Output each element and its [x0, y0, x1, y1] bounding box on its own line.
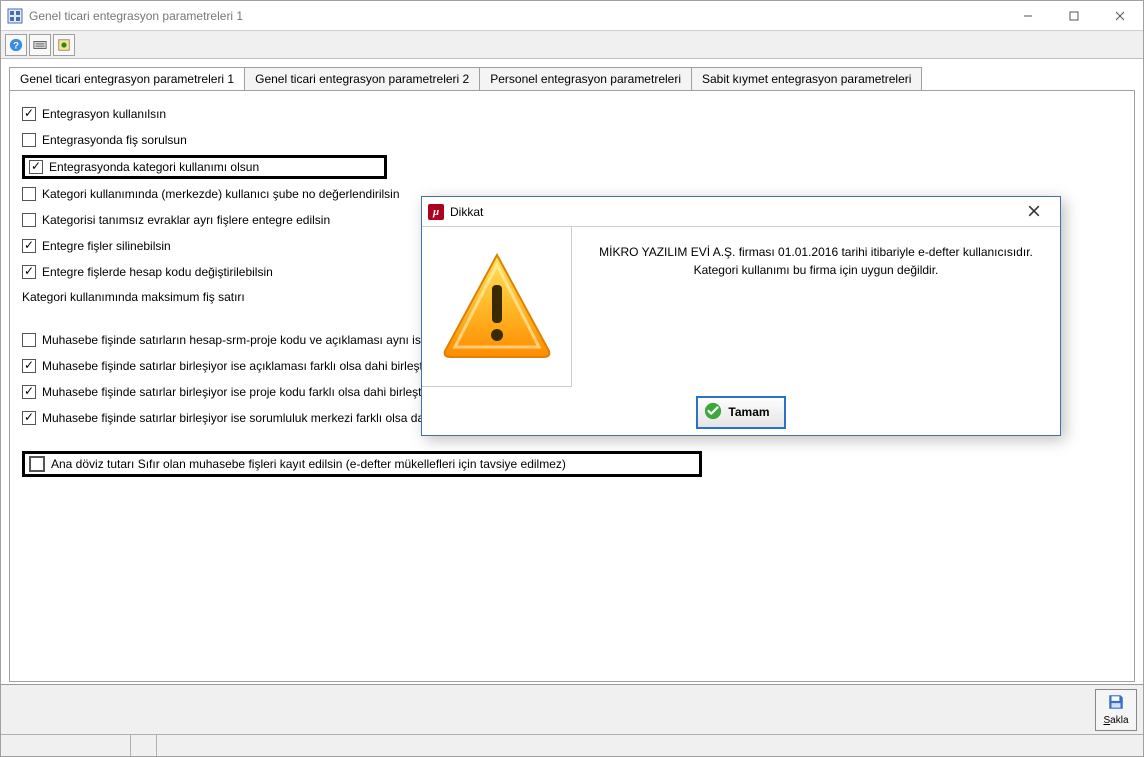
checkbox-merge-same[interactable] [22, 333, 36, 347]
option-label: Entegrasyonda kategori kullanımı olsun [49, 160, 259, 174]
option-label: Kategorisi tanımsız evraklar ayrı fişler… [42, 213, 330, 227]
dialog-titlebar: µ Dikkat [422, 197, 1060, 227]
status-cell [1, 735, 131, 756]
toolbar-settings-button[interactable] [53, 34, 75, 56]
checkbox-use-integration[interactable] [22, 107, 36, 121]
option-label: Entegre fişlerde hesap kodu değiştirileb… [42, 265, 273, 279]
minimize-button[interactable] [1005, 1, 1051, 30]
checkbox-account-code-editable[interactable] [22, 265, 36, 279]
checkbox-deletable[interactable] [22, 239, 36, 253]
statusbar [1, 734, 1143, 756]
tab-general-1[interactable]: Genel ticari entegrasyon parametreleri 1 [9, 67, 245, 90]
option-label: Entegrasyonda fiş sorulsun [42, 133, 187, 147]
dialog-body: MİKRO YAZILIM EVİ A.Ş. firması 01.01.201… [422, 227, 1060, 387]
maximize-button[interactable] [1051, 1, 1097, 30]
close-button[interactable] [1097, 1, 1143, 30]
option-label: Muhasebe fişinde satırlar birleşiyor ise… [42, 411, 476, 425]
option-label: Entegrasyon kullanılsın [42, 107, 166, 121]
checkbox-ask-voucher[interactable] [22, 133, 36, 147]
ok-icon [704, 402, 722, 423]
option-label: Kategori kullanımında (merkezde) kullanı… [42, 187, 400, 201]
warning-dialog: µ Dikkat MİKRO YAZILIM [421, 196, 1061, 436]
window-title: Genel ticari entegrasyon parametreleri 1 [29, 9, 243, 23]
tab-personnel[interactable]: Personel entegrasyon parametreleri [479, 67, 692, 90]
status-cell [131, 735, 157, 756]
tabstrip: Genel ticari entegrasyon parametreleri 1… [1, 59, 1143, 90]
tab-fixed-asset[interactable]: Sabit kıymet entegrasyon parametreleri [691, 67, 922, 90]
dialog-close-button[interactable] [1014, 204, 1054, 220]
toolbar-help-button[interactable]: ? [5, 34, 27, 56]
tab-label: Genel ticari entegrasyon parametreleri 2 [255, 72, 469, 86]
option-label: Muhasebe fişinde satırlar birleşiyor ise… [42, 359, 430, 373]
option-label: Entegre fişler silinebilsin [42, 239, 171, 253]
checkbox-merge-diff-responsibility[interactable] [22, 411, 36, 425]
highlighted-option-zero-amount: Ana döviz tutarı Sıfır olan muhasebe fiş… [22, 451, 702, 477]
save-button[interactable]: SSaklaakla [1095, 689, 1137, 731]
checkbox-branch-no[interactable] [22, 187, 36, 201]
checkbox-merge-diff-project[interactable] [22, 385, 36, 399]
toolbar-keyboard-button[interactable] [29, 34, 51, 56]
checkbox-category-use[interactable] [29, 160, 43, 174]
window-controls [1005, 1, 1143, 30]
dialog-app-icon: µ [428, 204, 444, 220]
option-row: Entegrasyonda fiş sorulsun [22, 127, 1122, 153]
checkbox-undefined-category[interactable] [22, 213, 36, 227]
option-label: Muhasebe fişinde satırlar birleşiyor ise… [42, 385, 428, 399]
tab-label: Personel entegrasyon parametreleri [490, 72, 681, 86]
warning-icon [422, 227, 572, 387]
option-label: Muhasebe fişinde satırların hesap-srm-pr… [42, 333, 470, 347]
dialog-ok-label: Tamam [728, 405, 769, 419]
tab-label: Sabit kıymet entegrasyon parametreleri [702, 72, 911, 86]
option-row: Entegrasyon kullanılsın [22, 101, 1122, 127]
highlighted-option-category-use: Entegrasyonda kategori kullanımı olsun [22, 155, 387, 179]
dialog-message: MİKRO YAZILIM EVİ A.Ş. firması 01.01.201… [572, 227, 1060, 387]
dialog-title-text: Dikkat [450, 205, 483, 219]
checkbox-zero-amount-save[interactable] [29, 456, 45, 472]
tab-general-2[interactable]: Genel ticari entegrasyon parametreleri 2 [244, 67, 480, 90]
save-icon [1107, 693, 1125, 714]
bottom-bar: SSaklaakla [1, 684, 1143, 734]
titlebar: Genel ticari entegrasyon parametreleri 1 [1, 1, 1143, 31]
toolbar: ? [1, 31, 1143, 59]
save-button-label: SSaklaakla [1103, 715, 1128, 726]
app-icon [7, 8, 23, 24]
tab-label: Genel ticari entegrasyon parametreleri 1 [20, 72, 234, 86]
option-label: Ana döviz tutarı Sıfır olan muhasebe fiş… [51, 457, 566, 471]
checkbox-merge-diff-desc[interactable] [22, 359, 36, 373]
dialog-footer: Tamam [422, 387, 1060, 437]
svg-text:?: ? [13, 40, 19, 51]
dialog-ok-button[interactable]: Tamam [696, 396, 785, 429]
